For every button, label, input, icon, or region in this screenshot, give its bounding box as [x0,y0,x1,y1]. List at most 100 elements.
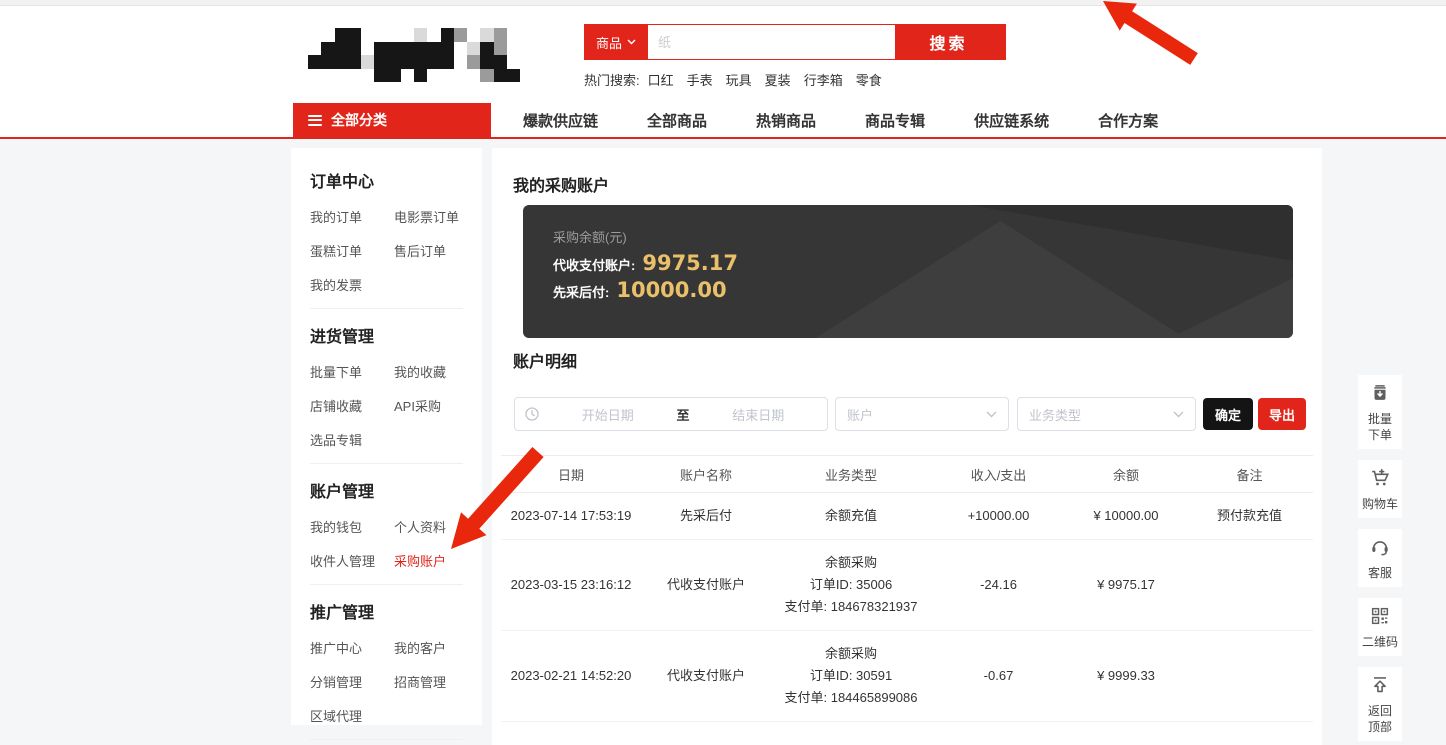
table-column-header: 日期 [501,465,641,484]
nav-item[interactable]: 合作方案 [1098,110,1158,131]
back-to-top-button[interactable]: 返回顶部 [1358,667,1402,741]
export-button[interactable]: 导出 [1258,398,1306,430]
top-strip [0,0,1446,6]
sidebar-section: 进货管理 批量下单我的收藏店铺收藏API采购选品专辑 [310,309,463,464]
hot-search-term[interactable]: 夏装 [765,73,791,88]
search-button[interactable]: 搜索 [891,24,1006,60]
sidebar-link[interactable]: 招商管理 [394,672,463,691]
sidebar-link[interactable]: 分销管理 [310,672,394,691]
sidebar-link[interactable]: 我的客户 [394,638,463,657]
all-categories-button[interactable]: 全部分类 [293,103,491,137]
sidebar-link[interactable]: 批量下单 [310,362,394,381]
table-column-header: 收入/支出 [931,465,1066,484]
cell-account: 先采后付 [641,505,771,527]
cell-date: 2023-03-15 23:16:12 [501,574,641,596]
cell-date: 2023-02-21 14:52:20 [501,665,641,687]
search-input[interactable] [648,25,895,59]
batch-order-button[interactable]: 批量下单 [1358,375,1402,449]
cell-balance: ¥ 10000.00 [1066,505,1186,527]
table-column-header: 账户名称 [641,465,771,484]
table-row: 2023-07-14 17:53:19 先采后付 余额充值 +10000.00 … [501,493,1313,540]
business-type-select[interactable]: 业务类型 [1017,397,1196,431]
search-category-label: 商品 [596,33,622,52]
date-range-input[interactable]: 开始日期 至 结束日期 [514,397,828,431]
nav-item[interactable]: 热销商品 [756,110,816,131]
float-item-label: 二维码 [1358,634,1402,650]
date-start-placeholder: 开始日期 [539,405,677,424]
back-to-top-icon [1369,674,1391,696]
cell-date: 2023-07-14 17:53:19 [501,505,641,527]
sidebar-link[interactable]: 我的订单 [310,207,394,226]
sidebar-section: 账户管理 我的钱包个人资料收件人管理采购账户 [310,464,463,585]
qrcode-button[interactable]: 二维码 [1358,598,1402,656]
cart-button[interactable]: 购物车 [1358,460,1402,518]
cell-business-type: 余额采购订单ID: 30591支付单: 184465899086 [771,643,931,709]
nav-item[interactable]: 供应链系统 [974,110,1049,131]
table-header-row: 日期账户名称业务类型收入/支出余额备注 [501,455,1313,493]
confirm-button[interactable]: 确定 [1203,398,1253,430]
customer-service-button[interactable]: 客服 [1358,529,1402,587]
sidebar-section: 订单中心 我的订单电影票订单蛋糕订单售后订单我的发票 [310,154,463,309]
float-item-label: 购物车 [1358,496,1402,512]
sidebar-link[interactable]: 推广中心 [310,638,394,657]
table-column-header: 余额 [1066,465,1186,484]
hot-search-term[interactable]: 行李箱 [804,73,843,88]
business-type-placeholder: 业务类型 [1029,405,1081,424]
hot-search: 热门搜索: 口红手表玩具夏装行李箱零食 [584,70,895,89]
float-item-label: 客服 [1358,565,1402,581]
hot-search-term[interactable]: 玩具 [726,73,752,88]
account-detail-table: 日期账户名称业务类型收入/支出余额备注 2023-07-14 17:53:19 … [501,455,1313,722]
sidebar-link[interactable]: 收件人管理 [310,551,394,570]
sidebar-link[interactable]: 电影票订单 [394,207,463,226]
chevron-down-icon [627,39,636,45]
nav-item[interactable]: 爆款供应链 [523,110,598,131]
all-categories-label: 全部分类 [331,110,387,130]
cell-amount: +10000.00 [931,505,1066,527]
balance-row-value: 9975.17 [642,251,738,275]
cell-account: 代收支付账户 [641,574,771,596]
cell-business-type: 余额采购订单ID: 35006支付单: 184678321937 [771,552,931,618]
hot-search-term[interactable]: 口红 [648,73,674,88]
clock-icon [525,407,539,421]
sidebar-link[interactable]: 我的钱包 [310,517,394,536]
search-category-dropdown[interactable]: 商品 [584,24,648,60]
float-item-label: 批量下单 [1358,411,1402,443]
sidebar-section-title: 推广管理 [310,599,463,623]
customer-service-icon [1369,536,1391,558]
menu-icon [308,112,322,128]
sidebar-link[interactable]: 售后订单 [394,241,463,260]
float-item-label: 返回顶部 [1358,703,1402,735]
sidebar-link[interactable]: 采购账户 [394,551,463,570]
date-separator: 至 [677,405,690,424]
hot-search-term[interactable]: 手表 [687,73,713,88]
sidebar-link[interactable]: 蛋糕订单 [310,241,394,260]
nav-item[interactable]: 商品专辑 [865,110,925,131]
main-nav: 爆款供应链 全部商品 热销商品 商品专辑 供应链系统 合作方案 [523,103,1158,137]
filter-row: 开始日期 至 结束日期 账户 业务类型 确定 导出 [492,397,1322,431]
floating-toolbar: 批量下单 购物车 客服 二维码 返回顶部 [1358,375,1402,745]
account-select[interactable]: 账户 [835,397,1009,431]
cell-balance: ¥ 9999.33 [1066,665,1186,687]
cell-account: 代收支付账户 [641,665,771,687]
batch-order-icon [1369,382,1391,404]
red-arrow-top [1103,1,1198,65]
account-select-placeholder: 账户 [847,405,873,424]
hot-search-label: 热门搜索: [584,73,640,88]
balance-label: 采购余额(元) [553,227,627,246]
sidebar-link[interactable]: 店铺收藏 [310,396,394,415]
sidebar-link[interactable]: 区域代理 [310,706,394,725]
sidebar-link[interactable]: 个人资料 [394,517,463,536]
balance-row-label: 代收支付账户: [553,255,635,274]
sidebar-link[interactable]: 我的发票 [310,275,394,294]
chevron-down-icon [986,411,997,418]
date-end-placeholder: 结束日期 [690,405,828,424]
table-row: 2023-03-15 23:16:12 代收支付账户 余额采购订单ID: 350… [501,540,1313,631]
sidebar-section-title: 账户管理 [310,478,463,502]
hot-search-term[interactable]: 零食 [856,73,882,88]
store-logo[interactable] [308,28,520,82]
sidebar-link[interactable]: 选品专辑 [310,430,394,449]
sidebar-link[interactable]: API采购 [394,396,463,415]
sidebar-link[interactable]: 我的收藏 [394,362,463,381]
balance-row: 代收支付账户: 9975.17 [553,251,738,278]
nav-item[interactable]: 全部商品 [647,110,707,131]
